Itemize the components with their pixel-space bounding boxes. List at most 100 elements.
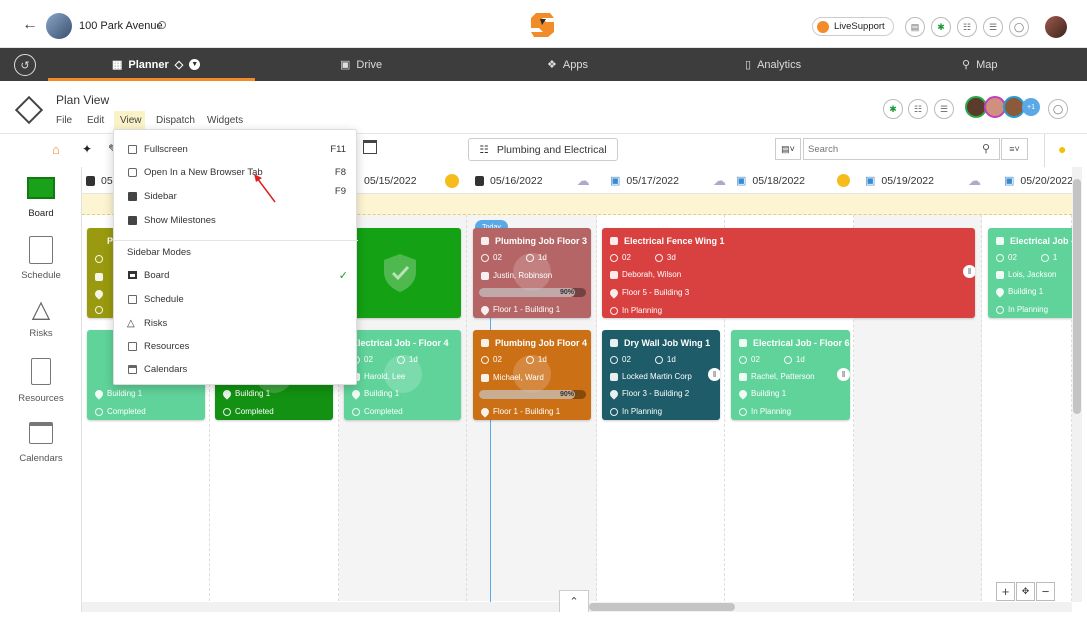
home-icon[interactable]: ⌂: [52, 142, 60, 157]
tasks-icon[interactable]: ☰: [934, 99, 954, 119]
menu-file[interactable]: File: [56, 115, 72, 126]
task-card[interactable]: [340, 228, 461, 318]
task-card[interactable]: Electrical Job - Floor 4 02 1d Harold, Le…: [344, 330, 461, 420]
menu-view[interactable]: View: [120, 115, 142, 126]
tab-drive[interactable]: ▣ Drive: [340, 48, 382, 81]
document-icon[interactable]: ☷: [957, 17, 977, 37]
mode-calendars[interactable]: Calendars: [114, 359, 358, 379]
shield-check-icon: [384, 254, 416, 292]
zoom-out-button[interactable]: −: [1036, 582, 1055, 601]
comments-icon[interactable]: ◯: [1048, 99, 1068, 119]
menu-item-fullscreen[interactable]: Fullscreen F11: [114, 139, 358, 159]
pin-tool-icon[interactable]: ✦: [82, 142, 92, 156]
clock-icon: [396, 355, 405, 364]
expand-panel-icon[interactable]: ⌃: [559, 590, 589, 612]
resize-handle-icon[interactable]: ‖: [837, 368, 850, 381]
lightbulb-icon[interactable]: ●: [1058, 141, 1066, 157]
chat-icon[interactable]: ◯: [1009, 17, 1029, 37]
chart-icon: ▯: [745, 59, 752, 71]
filter-options-button[interactable]: ≡˅: [1001, 138, 1028, 160]
user-avatar[interactable]: [1045, 16, 1067, 38]
avatar-overflow-badge[interactable]: +1: [1022, 98, 1040, 116]
tab-map[interactable]: ⚲ Map: [962, 48, 997, 81]
vertical-scroll-thumb[interactable]: [1073, 179, 1081, 414]
mode-resources[interactable]: Resources: [114, 336, 358, 356]
crew-icon: [481, 253, 489, 262]
zoom-in-button[interactable]: +: [996, 582, 1015, 601]
assign-icon[interactable]: ☷: [908, 99, 928, 119]
window-icon[interactable]: [363, 140, 377, 154]
sidebar-item-label: Schedule: [21, 270, 61, 281]
check-circle-icon: [95, 407, 103, 416]
task-card[interactable]: Electrical Fence Wing 1 02 3d Deborah, Wi…: [602, 228, 975, 318]
task-icon: [610, 339, 618, 347]
schedule-icon: [128, 294, 137, 304]
date-label: 05/19/2022: [881, 174, 934, 187]
menu-dispatch[interactable]: Dispatch: [156, 115, 195, 126]
mode-schedule[interactable]: Schedule: [114, 289, 358, 309]
sidebar-item-resources[interactable]: Resources: [0, 358, 82, 404]
company-icon: [95, 273, 103, 281]
sidebar-item-calendars[interactable]: Calendars: [0, 422, 82, 464]
location-icon: [479, 405, 491, 418]
resize-handle-icon[interactable]: ‖: [963, 265, 975, 278]
tab-apps[interactable]: ❖ Apps: [547, 48, 588, 81]
chevron-down-icon[interactable]: ▼: [189, 59, 201, 70]
checkbox-checked-icon[interactable]: [128, 191, 137, 201]
task-card[interactable]: Dry Wall Job Wing 1 02 1d Locked Martin C…: [602, 330, 720, 420]
livesupport-button[interactable]: LiveSupport: [812, 17, 894, 36]
mode-risks[interactable]: △ Risks: [114, 313, 358, 333]
mode-label: Risks: [144, 317, 168, 329]
card-title: Electrical Job -: [1010, 236, 1072, 246]
crew-icon: [739, 355, 747, 364]
card-location: Building 1: [107, 389, 143, 398]
tab-planner[interactable]: ▦ Planner ◇ ▼: [112, 48, 201, 81]
toolbar-divider: [1044, 134, 1045, 168]
team-filter-icon[interactable]: ✱: [883, 99, 903, 119]
search-input[interactable]: [808, 142, 968, 156]
risk-icon: △: [127, 317, 135, 329]
map-icon: ⚲: [962, 59, 971, 71]
sidebar-item-risks[interactable]: △ Risks: [0, 297, 82, 340]
arrow-left-icon[interactable]: ←: [22, 16, 38, 34]
menu-item-open-new-tab[interactable]: Open In a New Browser Tab F8: [114, 162, 358, 182]
search-icon[interactable]: ⚲: [982, 142, 990, 155]
view-toggle-button[interactable]: ▤˅: [775, 138, 801, 160]
resize-handle-icon[interactable]: ‖: [708, 368, 720, 381]
view-menu-dropdown: Fullscreen F11 Open In a New Browser Tab…: [113, 129, 358, 385]
task-card[interactable]: Electrical Job - 02 1 Lois, Jackson Build…: [988, 228, 1072, 318]
task-card[interactable]: Plumbing Job Floor 3 02 1d Justin, Robins…: [473, 228, 591, 318]
list-icon[interactable]: ☰: [983, 17, 1003, 37]
sidebar-item-schedule[interactable]: Schedule: [0, 236, 82, 281]
status-icon: [95, 306, 103, 314]
filter-selector[interactable]: ☷ Plumbing and Electrical: [468, 138, 618, 161]
menu-edit[interactable]: Edit: [87, 115, 104, 126]
team-icon[interactable]: ✱: [931, 17, 951, 37]
mode-board[interactable]: Board ✓: [114, 265, 358, 285]
task-card[interactable]: P: [87, 228, 115, 318]
project-info-icon[interactable]: [158, 21, 166, 29]
card-status: In Planning: [1008, 305, 1049, 314]
crew-icon: [610, 355, 618, 364]
task-card[interactable]: Plumbing Job Floor 4 02 1d Michael, Ward …: [473, 330, 591, 420]
fit-view-button[interactable]: ✥: [1016, 582, 1035, 601]
menu-item-show-milestones[interactable]: Show Milestones: [114, 210, 358, 230]
crew-icon: [610, 253, 618, 262]
card-location: Floor 5 - Building 3: [622, 288, 690, 297]
menu-item-sidebar[interactable]: Sidebar F9: [114, 186, 358, 206]
project-name[interactable]: 100 Park Avenue: [79, 20, 163, 32]
sidebar-item-board[interactable]: Board: [0, 177, 82, 219]
drive-icon: ▣: [340, 59, 351, 71]
task-card[interactable]: Electrical Job - Floor 6 02 1d Rachel, Pa…: [731, 330, 850, 420]
tab-analytics[interactable]: ▯ Analytics: [745, 48, 801, 81]
notes-icon[interactable]: ▤: [905, 17, 925, 37]
menu-widgets[interactable]: Widgets: [207, 115, 243, 126]
task-icon: [739, 339, 747, 347]
date-cell-0519: ▣ 05/19/2022 ☁: [865, 167, 981, 194]
home-menu-icon[interactable]: ↺: [14, 54, 36, 76]
mode-label: Board: [144, 269, 170, 281]
vertical-scrollbar[interactable]: [1072, 167, 1082, 602]
project-avatar[interactable]: [46, 13, 72, 39]
checkbox-checked-icon[interactable]: [128, 215, 137, 225]
horizontal-scroll-thumb[interactable]: [589, 603, 735, 611]
